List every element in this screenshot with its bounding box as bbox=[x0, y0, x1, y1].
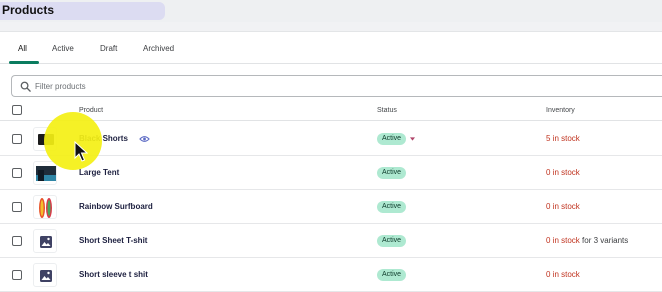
status-badge[interactable]: Active bbox=[377, 167, 407, 179]
status-badge[interactable]: Active bbox=[377, 133, 407, 145]
table-row[interactable]: Large Tent Active 0 in stock bbox=[0, 156, 662, 190]
inventory-text: 0 in stock bbox=[546, 202, 580, 211]
table-row[interactable]: Short sleeve t shit Active 0 in stock bbox=[0, 258, 662, 292]
mouse-cursor-icon bbox=[74, 141, 88, 162]
click-highlight bbox=[44, 112, 102, 170]
placeholder-image-icon bbox=[33, 263, 57, 287]
product-name[interactable]: Large Tent bbox=[79, 168, 119, 177]
column-inventory: Inventory bbox=[546, 107, 575, 114]
row-checkbox[interactable] bbox=[12, 134, 22, 144]
inventory-text: 5 in stock bbox=[546, 134, 580, 143]
product-name[interactable]: Rainbow Surfboard bbox=[79, 202, 153, 211]
large-tent-image bbox=[33, 161, 57, 185]
active-tab-indicator bbox=[9, 61, 39, 64]
inventory-text: 0 in stock bbox=[546, 168, 580, 177]
status-badge[interactable]: Active bbox=[377, 235, 407, 247]
products-card: All Active Draft Archived Product Status… bbox=[0, 31, 662, 292]
eye-icon[interactable] bbox=[139, 135, 150, 143]
table-header: Product Status Inventory bbox=[0, 99, 662, 121]
inventory-text: 0 in stock for 3 variants bbox=[546, 236, 629, 245]
tab-bar: All Active Draft Archived bbox=[0, 32, 662, 64]
tab-all[interactable]: All bbox=[18, 44, 27, 53]
placeholder-image-icon bbox=[33, 229, 57, 253]
tab-draft[interactable]: Draft bbox=[100, 44, 117, 53]
caret-down-icon[interactable] bbox=[410, 137, 415, 141]
search-icon bbox=[20, 81, 31, 92]
filter-box[interactable] bbox=[11, 75, 662, 97]
filter-products-input[interactable] bbox=[35, 79, 335, 93]
column-status: Status bbox=[377, 107, 397, 114]
status-badge[interactable]: Active bbox=[377, 201, 407, 213]
row-checkbox[interactable] bbox=[12, 202, 22, 212]
inventory-text: 0 in stock bbox=[546, 270, 580, 279]
product-name[interactable]: Short sleeve t shit bbox=[79, 270, 148, 279]
rainbow-surfboard-image bbox=[33, 195, 57, 219]
page-header: Products bbox=[0, 0, 662, 22]
page-title: Products bbox=[2, 3, 55, 17]
row-checkbox[interactable] bbox=[12, 168, 22, 178]
table-row[interactable]: Rainbow Surfboard Active 0 in stock bbox=[0, 190, 662, 224]
tab-active[interactable]: Active bbox=[52, 44, 74, 53]
status-badge[interactable]: Active bbox=[377, 269, 407, 281]
row-checkbox[interactable] bbox=[12, 270, 22, 280]
tab-archived[interactable]: Archived bbox=[143, 44, 174, 53]
select-all-checkbox[interactable] bbox=[12, 105, 22, 115]
row-checkbox[interactable] bbox=[12, 236, 22, 246]
product-name[interactable]: Short Sheet T-shit bbox=[79, 236, 147, 245]
table-row[interactable]: Short Sheet T-shit Active 0 in stock for… bbox=[0, 224, 662, 258]
